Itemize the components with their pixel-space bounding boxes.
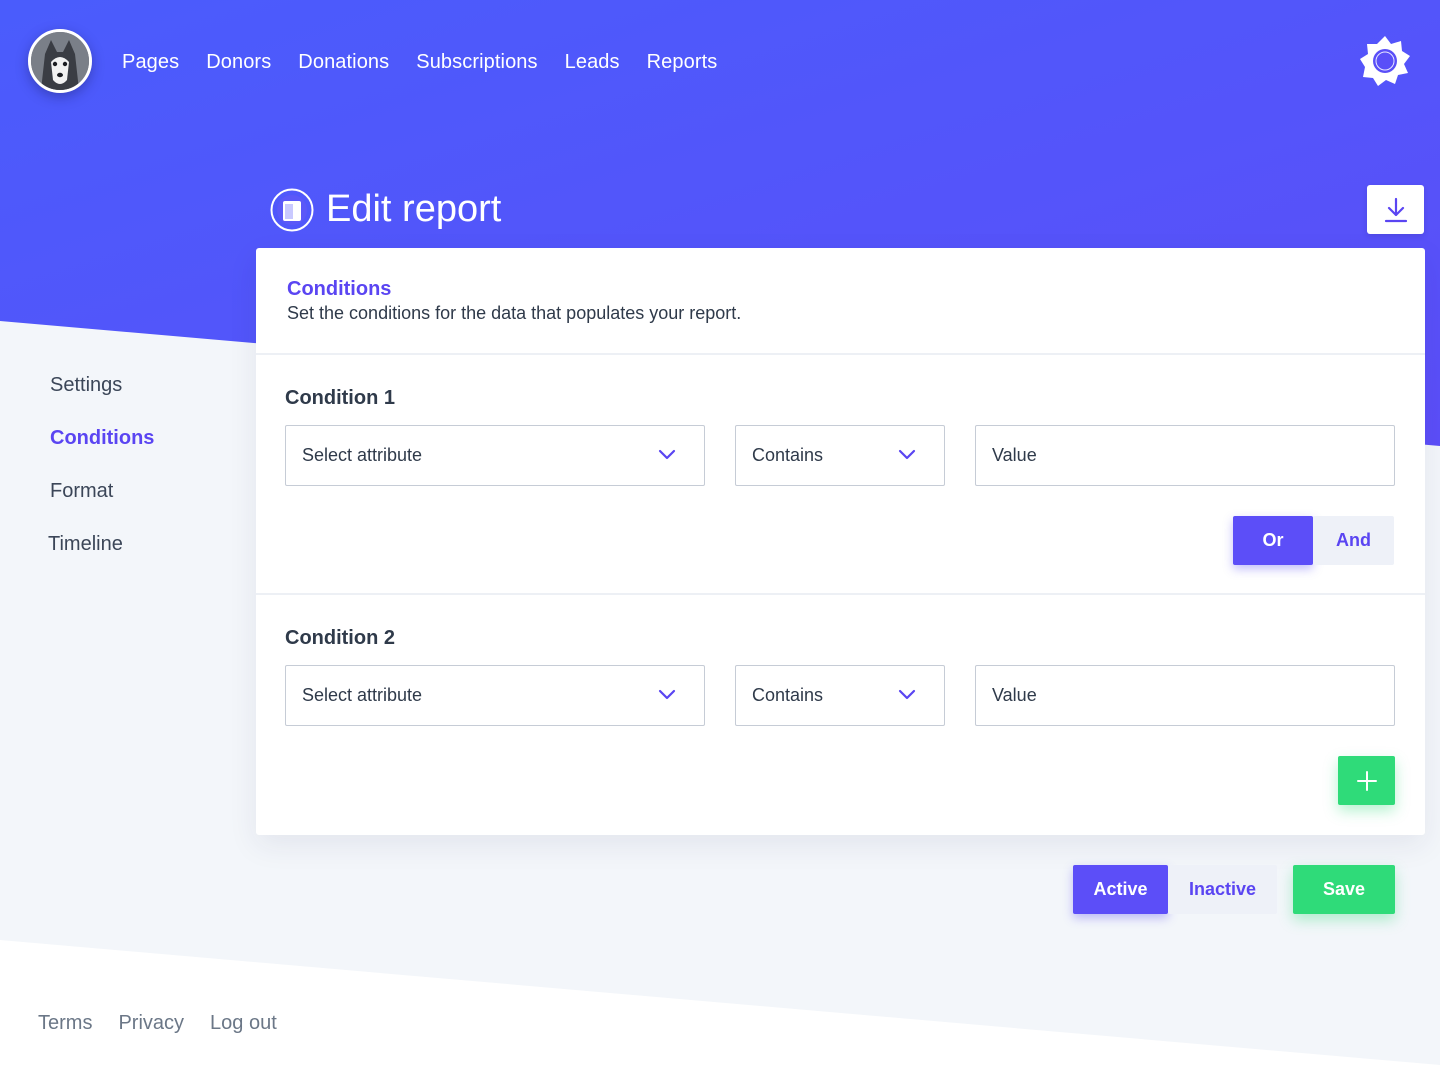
husky-avatar-icon [31, 32, 89, 90]
condition-2-operator-select[interactable]: Contains [735, 665, 945, 726]
or-button[interactable]: Or [1233, 516, 1313, 565]
footer: Terms Privacy Log out [38, 1010, 303, 1036]
inactive-button[interactable]: Inactive [1168, 865, 1277, 914]
condition-1-value-input[interactable]: Value [975, 425, 1395, 486]
nav-pages[interactable]: Pages [122, 50, 179, 74]
report-icon [270, 188, 314, 232]
nav-leads[interactable]: Leads [565, 50, 620, 74]
chevron-down-icon [898, 449, 916, 460]
page-title: Edit report [326, 188, 502, 230]
value-placeholder: Value [992, 445, 1037, 465]
footer-terms[interactable]: Terms [38, 1010, 92, 1036]
conditions-card: Conditions Set the conditions for the da… [256, 248, 1425, 835]
chevron-down-icon [658, 689, 676, 700]
gear-icon [1360, 36, 1410, 86]
divider [256, 353, 1425, 355]
chevron-down-icon [658, 449, 676, 460]
status-toggle: Active Inactive [1073, 865, 1277, 914]
main-nav: Pages Donors Donations Subscriptions Lea… [122, 50, 744, 74]
download-button[interactable] [1367, 185, 1424, 234]
condition-2-attribute-select[interactable]: Select attribute [285, 665, 705, 726]
nav-subscriptions[interactable]: Subscriptions [416, 50, 537, 74]
select-value: Select attribute [302, 445, 423, 465]
card-heading: Conditions [287, 278, 392, 300]
nav-donors[interactable]: Donors [206, 50, 271, 74]
divider [256, 593, 1425, 595]
sidebar-item-timeline[interactable]: Timeline [48, 532, 123, 556]
logic-toggle: Or And [1233, 516, 1394, 565]
footer-privacy[interactable]: Privacy [118, 1010, 184, 1036]
chevron-down-icon [898, 689, 916, 700]
select-value: Contains [752, 445, 824, 465]
condition-1-operator-select[interactable]: Contains [735, 425, 945, 486]
settings-button[interactable] [1358, 34, 1412, 88]
card-header: Conditions Set the conditions for the da… [287, 277, 741, 325]
condition-1-title: Condition 1 [285, 387, 395, 409]
value-placeholder: Value [992, 685, 1037, 705]
download-icon [1384, 197, 1407, 222]
plus-icon [1356, 770, 1377, 791]
nav-reports[interactable]: Reports [647, 50, 718, 74]
nav-donations[interactable]: Donations [298, 50, 389, 74]
card-subheading: Set the conditions for the data that pop… [287, 303, 742, 323]
avatar[interactable] [28, 29, 92, 93]
sidebar-item-settings[interactable]: Settings [50, 373, 122, 397]
select-value: Select attribute [302, 685, 423, 705]
save-button[interactable]: Save [1293, 865, 1395, 914]
select-value: Contains [752, 685, 824, 705]
condition-1-attribute-select[interactable]: Select attribute [285, 425, 705, 486]
sidebar-item-format[interactable]: Format [50, 479, 113, 503]
sidebar-item-conditions[interactable]: Conditions [50, 426, 154, 450]
condition-2-value-input[interactable]: Value [975, 665, 1395, 726]
footer-logout[interactable]: Log out [210, 1010, 277, 1036]
active-button[interactable]: Active [1073, 865, 1168, 914]
add-condition-button[interactable] [1338, 756, 1395, 805]
and-button[interactable]: And [1313, 516, 1394, 565]
condition-2-title: Condition 2 [285, 627, 395, 649]
